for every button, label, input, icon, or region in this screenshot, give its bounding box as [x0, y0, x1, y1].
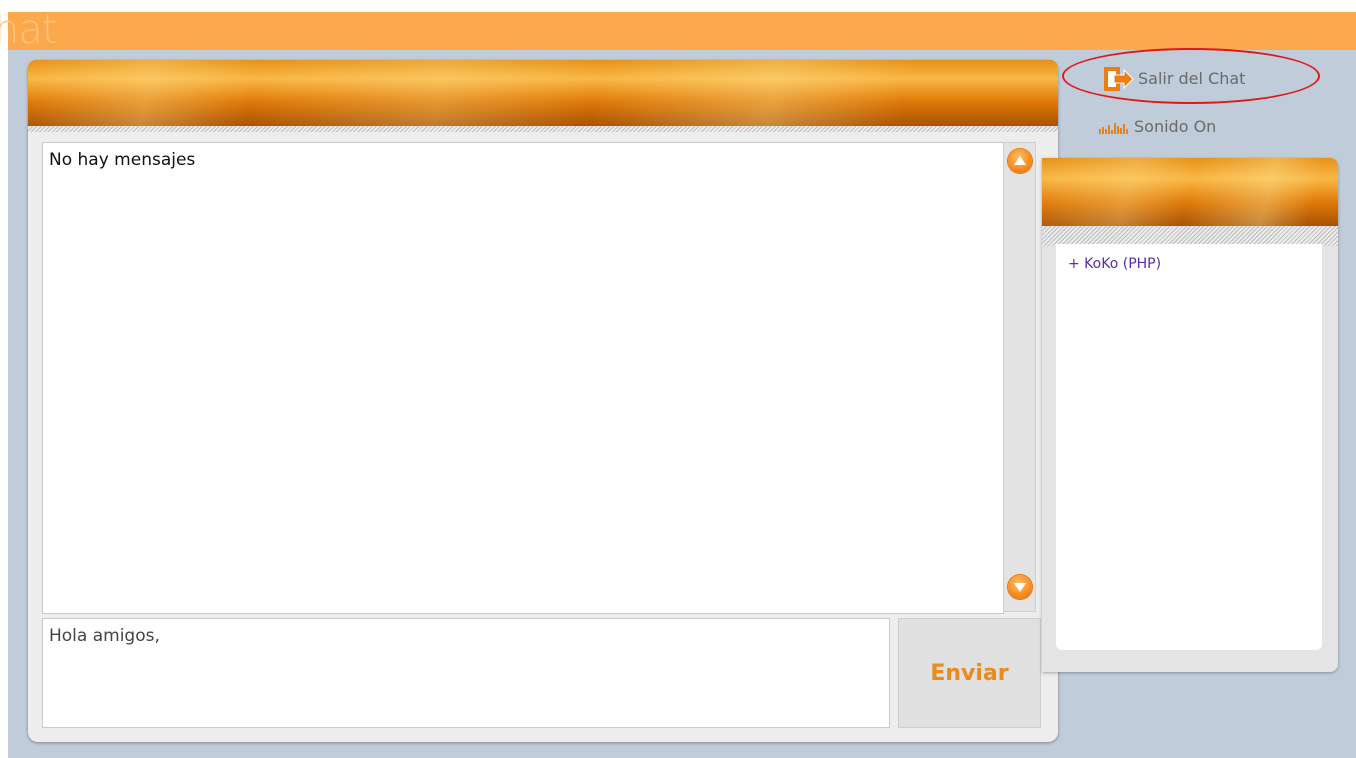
chevron-up-icon — [1014, 156, 1026, 165]
chat-panel: No hay mensajes Hola amigos, Enviar — [28, 60, 1058, 742]
exit-chat-label: Salir del Chat — [1138, 69, 1246, 88]
messages-scrollbar[interactable] — [1003, 142, 1036, 612]
send-button[interactable]: Enviar — [898, 618, 1041, 728]
users-panel-header — [1042, 158, 1338, 226]
message-input[interactable]: Hola amigos, — [42, 618, 890, 728]
top-banner: hat — [0, 8, 1356, 52]
sound-toggle-label: Sonido On — [1134, 117, 1217, 136]
chat-app: hat No hay mensajes Hola amigos, Enviar — [0, 8, 1356, 758]
exit-door-arrow-icon — [1104, 67, 1134, 91]
users-header-divider — [1042, 226, 1338, 246]
chat-panel-header — [28, 60, 1058, 126]
message-input-value: Hola amigos, — [49, 626, 160, 646]
scroll-up-button[interactable] — [1008, 149, 1032, 173]
users-list: + KoKo (PHP) — [1056, 244, 1322, 650]
sound-bars-icon — [1099, 123, 1128, 134]
send-button-label: Enviar — [930, 661, 1009, 686]
users-panel: + KoKo (PHP) — [1042, 158, 1338, 672]
chat-header-divider — [28, 126, 1058, 132]
banner-title: hat — [0, 7, 58, 53]
no-messages-text: No hay mensajes — [49, 150, 196, 170]
list-item[interactable]: + KoKo (PHP) — [1068, 256, 1161, 272]
messages-area[interactable]: No hay mensajes — [42, 142, 1004, 614]
scroll-down-button[interactable] — [1008, 575, 1032, 599]
chevron-down-icon — [1014, 583, 1026, 592]
